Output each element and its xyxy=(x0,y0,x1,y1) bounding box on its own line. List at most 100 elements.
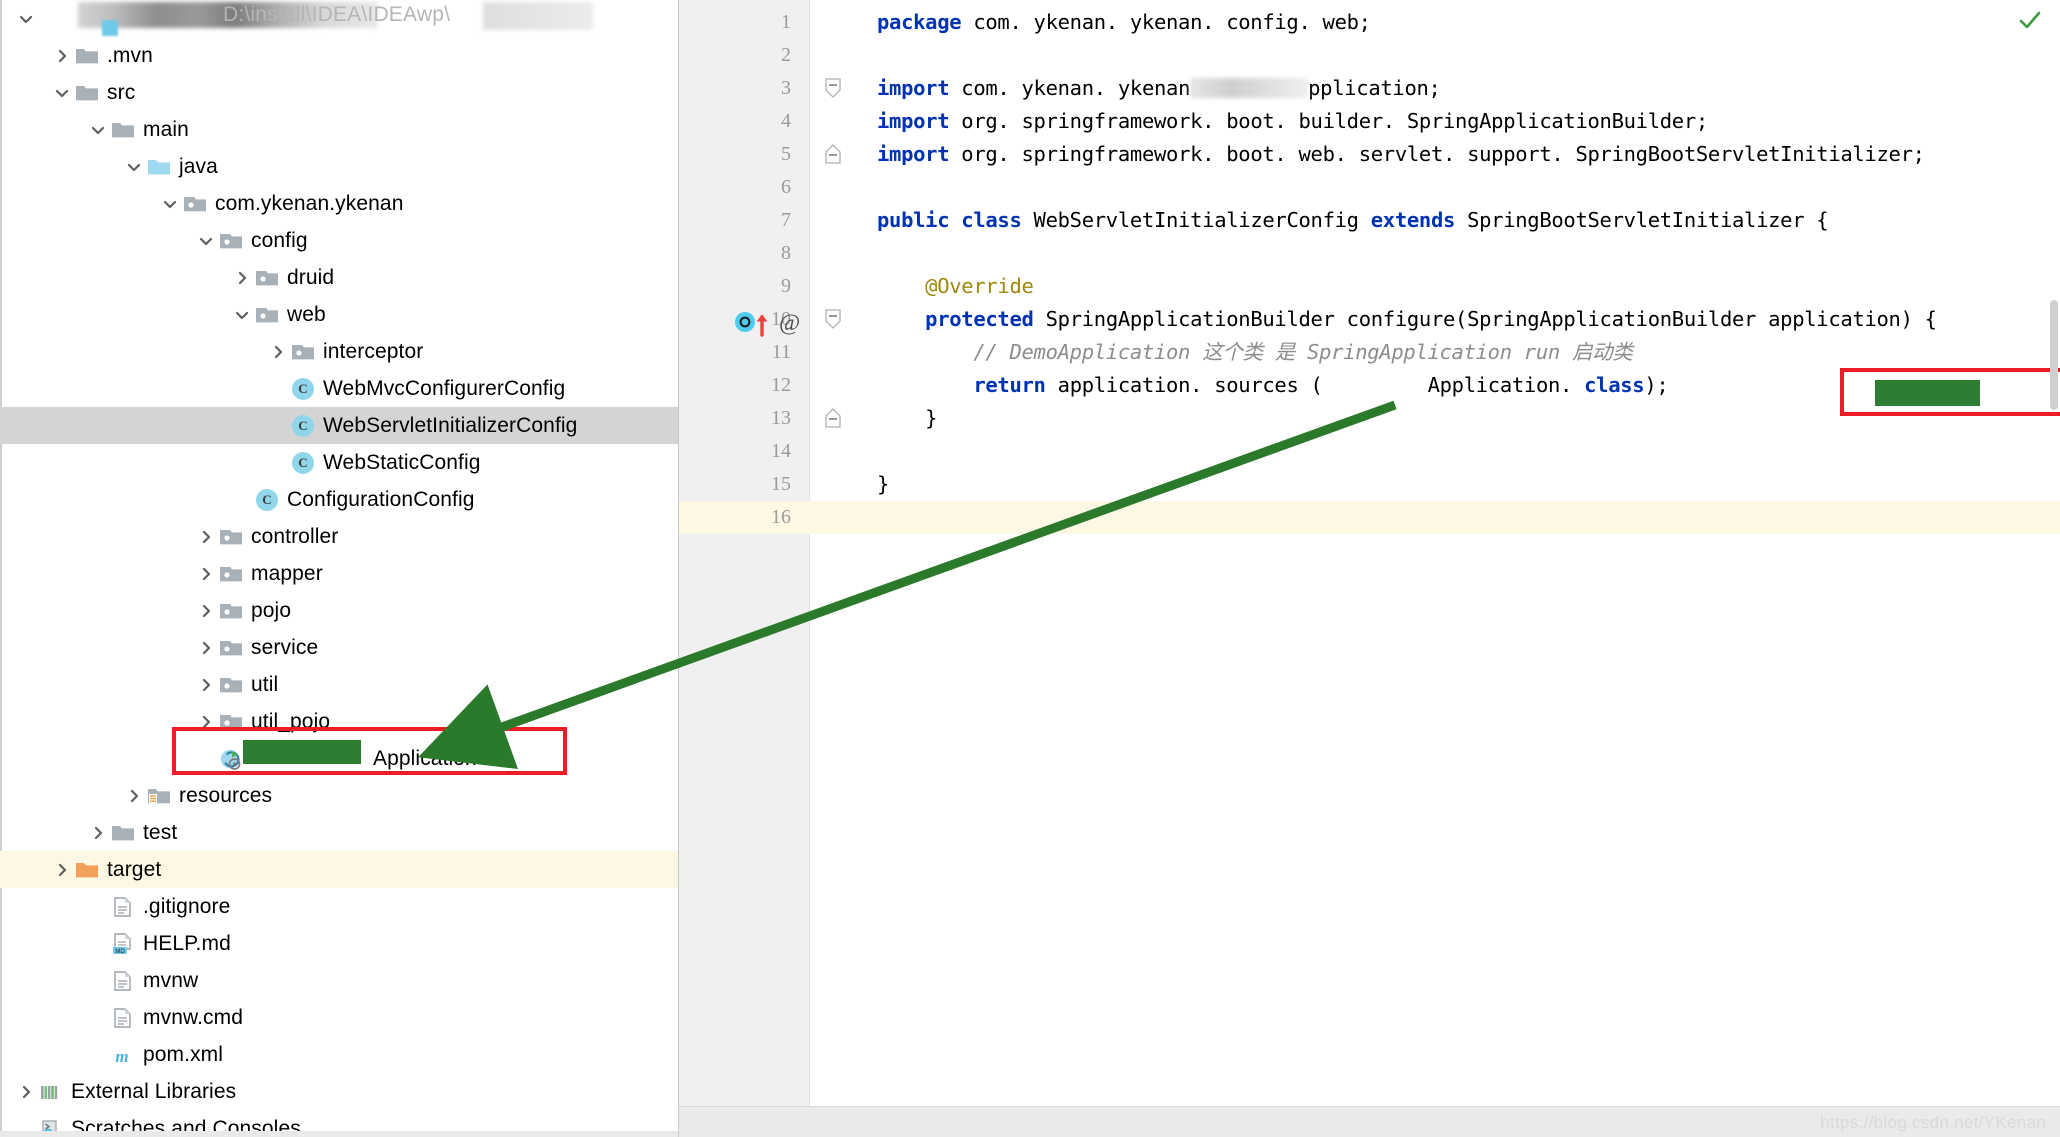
chevron-down-icon[interactable] xyxy=(122,155,146,179)
tree-row-label: mvnw.cmd xyxy=(143,1006,243,1029)
folder-orange-icon xyxy=(74,858,100,882)
tree-row-mvnw[interactable]: mvnw xyxy=(0,962,678,999)
tree-row-resources[interactable]: resources xyxy=(0,777,678,814)
chevron-right-icon[interactable] xyxy=(50,44,74,68)
line-number: 13 xyxy=(771,407,791,429)
tree-bottom-strip xyxy=(0,1131,678,1137)
chevron-down-icon[interactable] xyxy=(14,7,38,31)
code-fold-icon[interactable] xyxy=(824,144,844,164)
tree-row-config[interactable]: config xyxy=(0,222,678,259)
code-fold-icon[interactable] xyxy=(824,78,844,98)
code-line-text[interactable]: import com. ykenan. ykenan pplication; xyxy=(877,72,1441,105)
chevron-right-icon[interactable] xyxy=(122,784,146,808)
code-fold-icon[interactable] xyxy=(824,309,844,329)
chevron-right-icon[interactable] xyxy=(194,673,218,697)
override-method-icon[interactable] xyxy=(734,311,780,337)
code-fold-icon[interactable] xyxy=(824,408,844,428)
chevron-right-icon[interactable] xyxy=(86,821,110,845)
chevron-right-icon[interactable] xyxy=(194,525,218,549)
tree-row-pojo[interactable]: pojo xyxy=(0,592,678,629)
chevron-right-icon[interactable] xyxy=(194,562,218,586)
code-token: WebServletInitializerConfig xyxy=(1021,208,1371,232)
code-token: SpringBootServletInitializer { xyxy=(1455,208,1829,232)
chevron-down-icon[interactable] xyxy=(230,303,254,327)
line-number: 12 xyxy=(771,374,791,396)
code-line-text[interactable]: @Override xyxy=(877,270,1034,303)
tree-row-webmvcconfigurerconfig[interactable]: C WebMvcConfigurerConfig xyxy=(0,370,678,407)
code-token: } xyxy=(877,472,890,496)
package-icon xyxy=(218,673,244,697)
project-icon xyxy=(102,20,118,36)
code-line-text[interactable]: import org. springframework. boot. web. … xyxy=(877,138,1925,171)
package-icon xyxy=(218,525,244,549)
chevron-right-icon[interactable] xyxy=(266,340,290,364)
tree-row-mvn[interactable]: .mvn xyxy=(0,37,678,74)
watermark-text: https://blog.csdn.net/YKenan xyxy=(1820,1113,2046,1132)
tree-row-external-libraries[interactable]: External Libraries xyxy=(0,1073,678,1110)
tree-row-webstaticconfig[interactable]: C WebStaticConfig xyxy=(0,444,678,481)
tree-row-target[interactable]: target xyxy=(0,851,678,888)
tree-row-web[interactable]: web xyxy=(0,296,678,333)
annotation-icon[interactable]: @ xyxy=(779,310,800,336)
code-line-text[interactable]: // DemoApplication 这个类 是 SpringApplicati… xyxy=(877,336,1633,369)
chevron-right-icon[interactable] xyxy=(14,1080,38,1104)
tree-row-util[interactable]: util xyxy=(0,666,678,703)
chevron-right-icon[interactable] xyxy=(50,858,74,882)
text-file-icon xyxy=(110,1006,136,1030)
code-line-text[interactable]: return application. sources (Application… xyxy=(877,369,1668,402)
code-line-text[interactable]: } xyxy=(877,468,889,501)
redaction-bar-code xyxy=(1875,380,1980,406)
chevron-down-icon[interactable] xyxy=(194,229,218,253)
tree-row-webservletinitializerconfig[interactable]: C WebServletInitializerConfig xyxy=(0,407,678,444)
code-editor-pane[interactable]: 1 package com. ykenan. ykenan. config. we… xyxy=(679,0,2060,1137)
tree-row-mvnw-cmd[interactable]: mvnw.cmd xyxy=(0,999,678,1036)
chevron-right-icon[interactable] xyxy=(230,266,254,290)
tree-row-project-root[interactable]: D:\install\IDEA\IDEAwp\ xyxy=(0,0,678,37)
tree-twisty-placeholder xyxy=(86,1006,110,1030)
tree-row-label: com.ykenan.ykenan xyxy=(215,192,404,215)
chevron-right-icon[interactable] xyxy=(194,710,218,734)
tree-row-controller[interactable]: controller xyxy=(0,518,678,555)
chevron-down-icon[interactable] xyxy=(50,81,74,105)
redacted-identifier xyxy=(1190,78,1309,98)
chevron-down-icon[interactable] xyxy=(86,118,110,142)
project-path-text: D:\install\IDEA\IDEAwp\ xyxy=(223,3,451,26)
line-number: 14 xyxy=(771,440,791,462)
tree-row-configurationconfig[interactable]: C ConfigurationConfig xyxy=(0,481,678,518)
folder-gray-icon xyxy=(74,81,100,105)
tree-row-pom-xml[interactable]: m pom.xml xyxy=(0,1036,678,1073)
chevron-right-icon[interactable] xyxy=(194,599,218,623)
tree-row-gitignore[interactable]: .gitignore xyxy=(0,888,678,925)
code-line-text[interactable]: import org. springframework. boot. build… xyxy=(877,105,1708,138)
tree-twisty-placeholder xyxy=(266,377,290,401)
java-class-icon: C xyxy=(256,488,278,511)
package-icon xyxy=(218,229,244,253)
tree-row-druid[interactable]: druid xyxy=(0,259,678,296)
code-line-text[interactable]: package com. ykenan. ykenan. config. web… xyxy=(877,6,1371,39)
editor-scrollbar-thumb[interactable] xyxy=(2050,300,2058,410)
redacted-identifier-green xyxy=(1323,375,1428,395)
code-line-text[interactable]: protected SpringApplicationBuilder confi… xyxy=(877,303,1937,336)
checkmark-icon[interactable] xyxy=(2018,8,2042,32)
tree-row-mapper[interactable]: mapper xyxy=(0,555,678,592)
tree-row-java[interactable]: java xyxy=(0,148,678,185)
tree-row-src[interactable]: src xyxy=(0,74,678,111)
tree-row-util-pojo[interactable]: util_pojo xyxy=(0,703,678,740)
tree-row-service[interactable]: service xyxy=(0,629,678,666)
project-tree-pane[interactable]: D:\install\IDEA\IDEAwp\ .mvn src main java c… xyxy=(0,0,679,1137)
code-line-text[interactable]: } xyxy=(877,402,937,435)
code-line-text[interactable]: public class WebServletInitializerConfig… xyxy=(877,204,1829,237)
line-number: 16 xyxy=(771,506,791,528)
code-token: import xyxy=(877,109,950,133)
chevron-down-icon[interactable] xyxy=(158,192,182,216)
code-token: public class xyxy=(877,208,1022,232)
tree-row-interceptor[interactable]: interceptor xyxy=(0,333,678,370)
tree-row-main[interactable]: main xyxy=(0,111,678,148)
tree-row-com-ykenan-ykenan[interactable]: com.ykenan.ykenan xyxy=(0,185,678,222)
tree-twisty-placeholder xyxy=(266,451,290,475)
package-icon xyxy=(254,303,280,327)
tree-row-help-md[interactable]: MD HELP.md xyxy=(0,925,678,962)
chevron-right-icon[interactable] xyxy=(194,636,218,660)
tree-row-test[interactable]: test xyxy=(0,814,678,851)
